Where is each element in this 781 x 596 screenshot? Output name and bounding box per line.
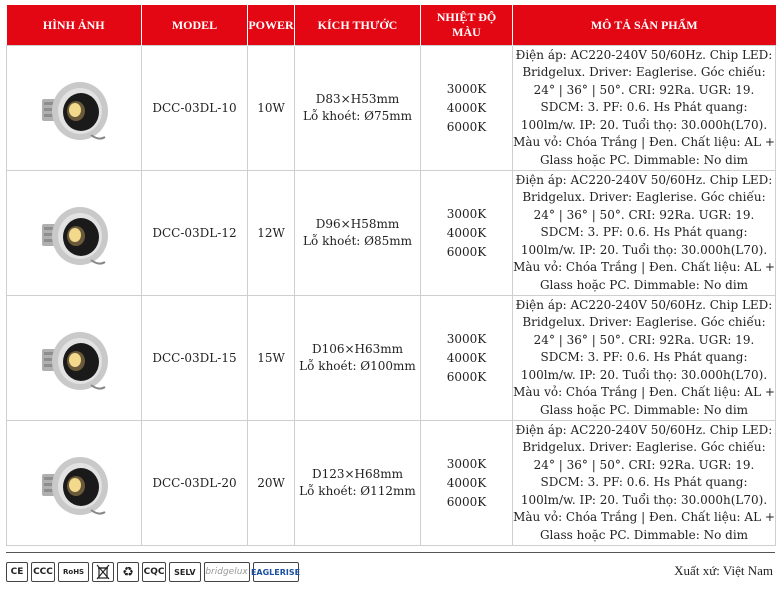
color-temp-cell: 3000K 4000K 6000K bbox=[420, 295, 513, 421]
power-cell: 20W bbox=[247, 420, 295, 546]
description-cell: Điện áp: AC220-240V 50/60Hz. Chip LED: B… bbox=[512, 45, 776, 171]
description-cell: Điện áp: AC220-240V 50/60Hz. Chip LED: B… bbox=[512, 295, 776, 421]
dimension-text: D96×H58mm bbox=[315, 217, 400, 231]
color-temp-cell: 3000K 4000K 6000K bbox=[420, 45, 513, 171]
temp-6000k: 6000K bbox=[446, 369, 487, 384]
table-row: DCC-03DL-10 10W D83×H53mm Lỗ khoét: Ø75m… bbox=[6, 45, 776, 171]
table-row: DCC-03DL-15 15W D106×H63mm Lỗ khoét: Ø10… bbox=[6, 295, 776, 421]
footer-divider bbox=[6, 552, 775, 553]
size-cell: D83×H53mm Lỗ khoét: Ø75mm bbox=[294, 45, 421, 171]
temp-3000k: 3000K bbox=[446, 331, 487, 346]
downlight-product-image bbox=[42, 457, 108, 515]
dimension-text: D83×H53mm bbox=[315, 92, 400, 106]
temp-4000k: 4000K bbox=[446, 225, 487, 240]
origin-text: Xuất xứ: Việt Nam bbox=[674, 563, 773, 578]
product-spec-table: HÌNH ẢNH MODEL POWER KÍCH THƯỚC NHIỆT ĐỘ… bbox=[6, 5, 776, 546]
cqc-mark-icon: CQC bbox=[142, 562, 167, 582]
model-cell: DCC-03DL-12 bbox=[141, 170, 248, 296]
temp-4000k: 4000K bbox=[446, 475, 487, 490]
cutout-text: Lỗ khoét: Ø100mm bbox=[299, 359, 416, 373]
model-cell: DCC-03DL-10 bbox=[141, 45, 248, 171]
downlight-product-image bbox=[42, 332, 108, 390]
dimension-text: D123×H68mm bbox=[311, 467, 404, 481]
model-cell: DCC-03DL-20 bbox=[141, 420, 248, 546]
table-row: DCC-03DL-12 12W D96×H58mm Lỗ khoét: Ø85m… bbox=[6, 170, 776, 296]
size-cell: D96×H58mm Lỗ khoét: Ø85mm bbox=[294, 170, 421, 296]
header-description: MÔ TẢ SẢN PHẨM bbox=[512, 5, 776, 46]
cutout-text: Lỗ khoét: Ø75mm bbox=[303, 109, 412, 123]
table-row: DCC-03DL-20 20W D123×H68mm Lỗ khoét: Ø11… bbox=[6, 420, 776, 546]
certification-logos: CE CCC RoHS ♻ CQC SELV bridgelux EAGLERI… bbox=[6, 562, 300, 584]
downlight-product-image bbox=[42, 207, 108, 265]
power-cell: 15W bbox=[247, 295, 295, 421]
description-cell: Điện áp: AC220-240V 50/60Hz. Chip LED: B… bbox=[512, 420, 776, 546]
header-power: POWER bbox=[247, 5, 295, 46]
bridgelux-logo: bridgelux bbox=[203, 562, 250, 582]
power-cell: 12W bbox=[247, 170, 295, 296]
temp-4000k: 4000K bbox=[446, 350, 487, 365]
color-temp-cell: 3000K 4000K 6000K bbox=[420, 420, 513, 546]
temp-3000k: 3000K bbox=[446, 206, 487, 221]
header-image: HÌNH ẢNH bbox=[6, 5, 142, 46]
selv-mark-icon: SELV bbox=[169, 562, 201, 582]
model-cell: DCC-03DL-15 bbox=[141, 295, 248, 421]
header-model: MODEL bbox=[141, 5, 248, 46]
product-image-cell bbox=[6, 170, 142, 296]
temp-6000k: 6000K bbox=[446, 494, 487, 509]
temp-6000k: 6000K bbox=[446, 244, 487, 259]
ccc-mark-icon: CCC bbox=[31, 562, 55, 582]
power-cell: 10W bbox=[247, 45, 295, 171]
size-cell: D106×H63mm Lỗ khoét: Ø100mm bbox=[294, 295, 421, 421]
temp-6000k: 6000K bbox=[446, 119, 487, 134]
header-color-temp: NHIỆT ĐỘ MÀU bbox=[420, 5, 513, 46]
product-image-cell bbox=[6, 45, 142, 171]
description-cell: Điện áp: AC220-240V 50/60Hz. Chip LED: B… bbox=[512, 170, 776, 296]
ce-mark-icon: CE bbox=[6, 562, 28, 582]
eaglerise-logo: EAGLERISE bbox=[251, 562, 300, 582]
header-size: KÍCH THƯỚC bbox=[294, 5, 421, 46]
downlight-product-image bbox=[42, 82, 108, 140]
temp-4000k: 4000K bbox=[446, 100, 487, 115]
table-header-row: HÌNH ẢNH MODEL POWER KÍCH THƯỚC NHIỆT ĐỘ… bbox=[6, 5, 776, 46]
temp-3000k: 3000K bbox=[446, 456, 487, 471]
cutout-text: Lỗ khoét: Ø85mm bbox=[303, 234, 412, 248]
size-cell: D123×H68mm Lỗ khoét: Ø112mm bbox=[294, 420, 421, 546]
cutout-text: Lỗ khoét: Ø112mm bbox=[299, 484, 416, 498]
recycle-icon: ♻ bbox=[117, 562, 140, 582]
product-image-cell bbox=[6, 295, 142, 421]
product-image-cell bbox=[6, 420, 142, 546]
dimension-text: D106×H63mm bbox=[311, 342, 404, 356]
rohs-mark-icon: RoHS bbox=[58, 562, 90, 582]
color-temp-cell: 3000K 4000K 6000K bbox=[420, 170, 513, 296]
temp-3000k: 3000K bbox=[446, 81, 487, 96]
weee-bin-icon bbox=[92, 562, 115, 582]
